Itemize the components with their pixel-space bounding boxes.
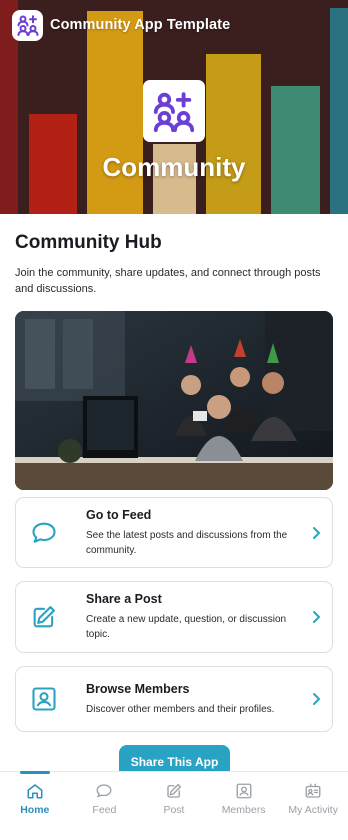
- nav-item-label: Feed: [92, 804, 117, 816]
- card-title: Share a Post: [86, 592, 162, 606]
- community-group-icon: [17, 15, 38, 36]
- photo-illustration: [15, 311, 333, 490]
- nav-item-label: My Activity: [288, 804, 338, 816]
- hero-bar: [271, 86, 320, 214]
- share-a-post-card[interactable]: Share a Post Create a new update, questi…: [15, 581, 333, 653]
- id-card-icon: [305, 783, 321, 798]
- hero-logo: [143, 80, 205, 142]
- member-profile-icon: [236, 783, 252, 799]
- nav-item-members[interactable]: Members: [209, 772, 279, 840]
- app-screen: Community App Template Community Communi…: [0, 0, 348, 840]
- card-description: Create a new update, question, or discus…: [86, 614, 287, 640]
- bottom-navigation: Home Feed Post Members My Activity: [0, 771, 348, 840]
- browse-members-card[interactable]: Browse Members Discover other members an…: [15, 666, 333, 732]
- app-logo: [12, 9, 43, 41]
- card-description: Discover other members and their profile…: [86, 703, 275, 715]
- chat-bubble-icon: [32, 522, 56, 543]
- hero-title: Community: [102, 152, 246, 182]
- community-group-icon: [153, 92, 195, 133]
- card-chevron: [300, 610, 332, 624]
- nav-item-label: Members: [221, 804, 266, 816]
- home-icon: [27, 784, 43, 799]
- card-text: Share a Post Create a new update, questi…: [86, 592, 300, 642]
- page-description: Join the community, share updates, and c…: [15, 267, 321, 295]
- main-content: Community Hub Join the community, share …: [0, 232, 348, 490]
- nav-item-feed[interactable]: Feed: [70, 772, 140, 840]
- card-description: See the latest posts and discussions fro…: [86, 529, 288, 556]
- card-chevron: [300, 526, 332, 540]
- go-to-feed-card[interactable]: Go to Feed See the latest posts and disc…: [15, 497, 333, 568]
- card-text: Browse Members Discover other members an…: [86, 682, 300, 717]
- card-text: Go to Feed See the latest posts and disc…: [86, 508, 300, 558]
- card-icon-wrapper: [30, 603, 78, 631]
- edit-pencil-icon: [167, 783, 182, 798]
- chat-bubble-icon: [96, 784, 112, 798]
- chevron-right-icon: [313, 693, 320, 705]
- nav-item-post[interactable]: Post: [139, 772, 209, 840]
- page-title: Community Hub: [15, 232, 162, 253]
- app-title: Community App Template: [50, 17, 231, 33]
- card-chevron: [300, 692, 332, 706]
- hero-banner: Community App Template Community: [0, 0, 348, 214]
- hero-bar: [206, 54, 261, 214]
- chevron-right-icon: [313, 526, 320, 539]
- app-header: Community App Template: [0, 0, 348, 50]
- team-celebration-photo: [15, 311, 333, 490]
- card-icon-wrapper: [30, 685, 78, 713]
- chevron-right-icon: [313, 611, 320, 623]
- nav-item-my-activity[interactable]: My Activity: [278, 772, 348, 840]
- nav-item-home[interactable]: Home: [0, 771, 70, 840]
- card-icon-wrapper: [30, 519, 78, 547]
- card-title: Browse Members: [86, 681, 190, 696]
- nav-item-label: Home: [20, 804, 50, 816]
- edit-pencil-icon: [33, 606, 55, 628]
- card-title: Go to Feed: [86, 507, 152, 522]
- nav-item-label: Post: [163, 804, 185, 816]
- member-profile-icon: [32, 687, 56, 711]
